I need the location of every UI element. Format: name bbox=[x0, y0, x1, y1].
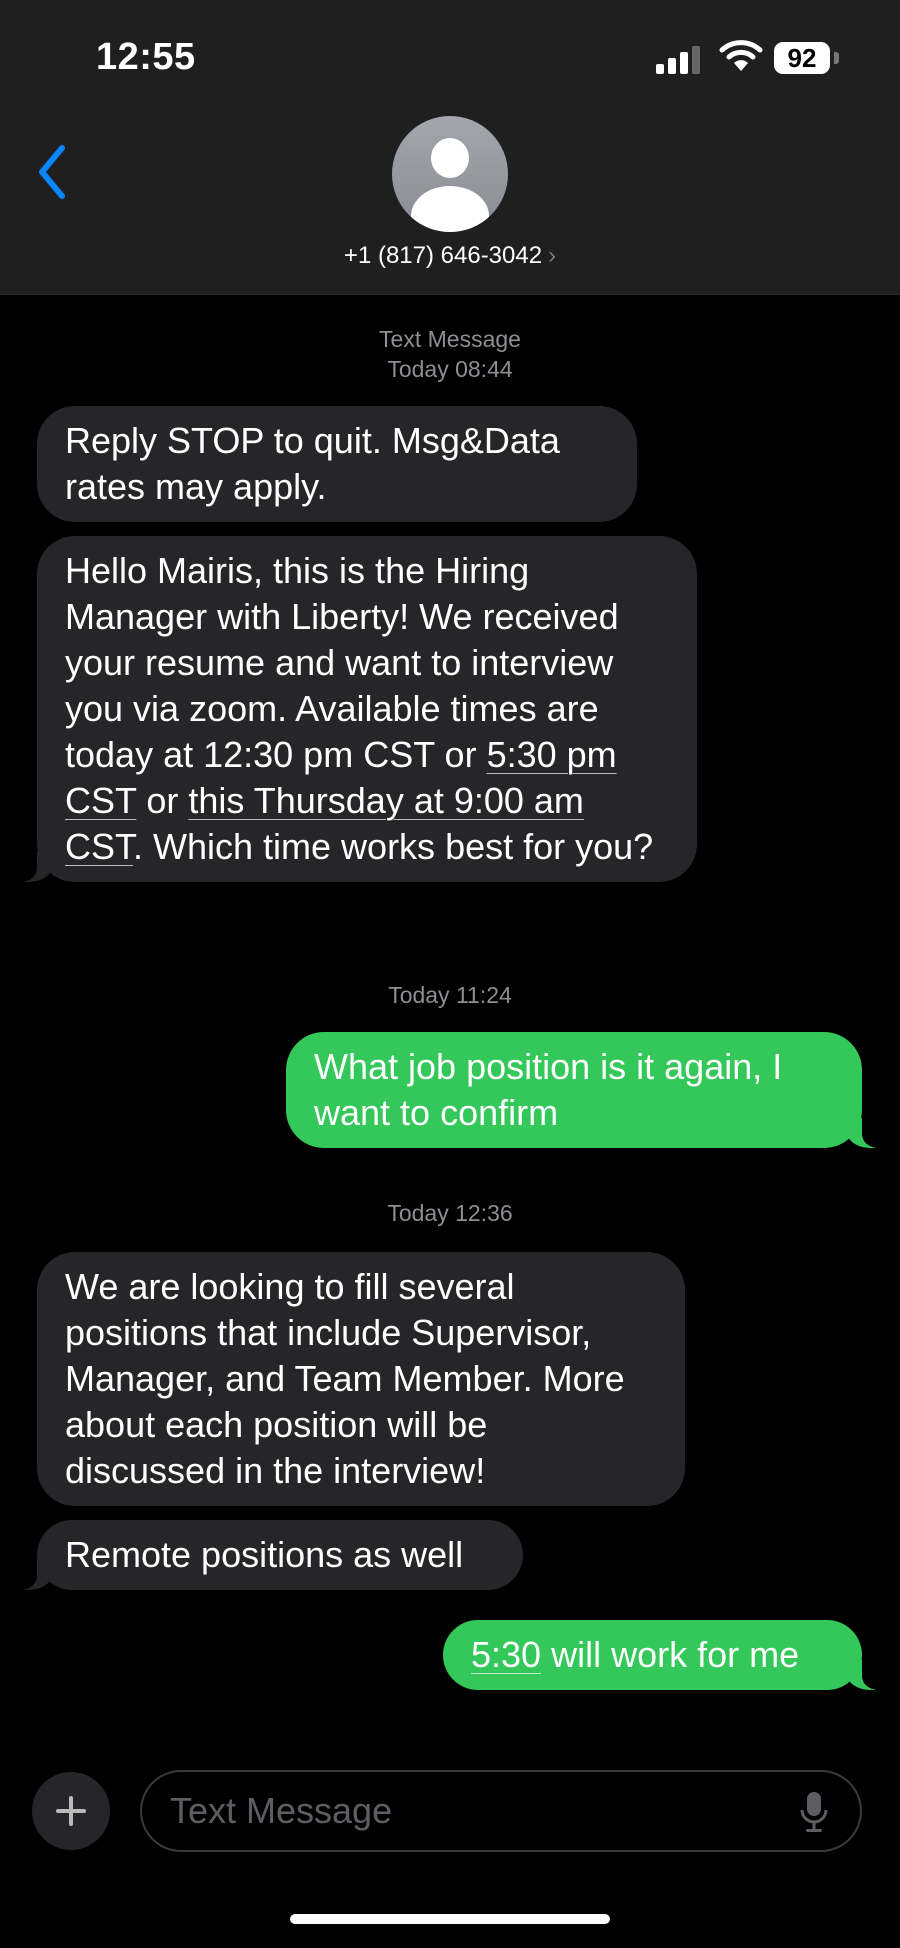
message-text: What job position is it again, I want to… bbox=[314, 1046, 783, 1133]
contact-name[interactable]: +1 (817) 646-3042 › bbox=[0, 242, 900, 270]
conversation-header: 12:55 92 +1 (817) 646-3042 › bbox=[0, 0, 900, 295]
message-text: Remote positions as well bbox=[65, 1534, 464, 1575]
contact-number: +1 (817) 646-3042 bbox=[343, 242, 543, 269]
incoming-message[interactable]: We are looking to fill several positions… bbox=[37, 1252, 685, 1506]
outgoing-message[interactable]: What job position is it again, I want to… bbox=[286, 1032, 888, 1148]
wifi-icon bbox=[719, 40, 763, 71]
timestamp: Today 12:36 bbox=[387, 1200, 513, 1226]
outgoing-message[interactable]: 5:30 will work for me bbox=[443, 1620, 888, 1690]
home-indicator bbox=[290, 1914, 610, 1924]
incoming-message[interactable]: Remote positions as well bbox=[11, 1520, 523, 1590]
message-text: Reply STOP to quit. Msg&Data rates may a… bbox=[65, 420, 560, 507]
cellular-signal-icon bbox=[656, 44, 704, 74]
battery-level: 92 bbox=[774, 42, 830, 74]
message-input[interactable] bbox=[140, 1770, 862, 1852]
timestamp: Today 08:44 bbox=[387, 356, 513, 382]
chevron-left-icon[interactable] bbox=[32, 142, 72, 202]
incoming-message[interactable]: Reply STOP to quit. Msg&Data rates may a… bbox=[37, 406, 637, 522]
contact-avatar[interactable] bbox=[392, 116, 508, 232]
person-body bbox=[411, 186, 489, 232]
time-link[interactable]: 5:30 bbox=[471, 1634, 541, 1675]
microphone-icon[interactable] bbox=[798, 1790, 830, 1834]
battery-icon bbox=[834, 52, 839, 64]
timestamp: Today 11:24 bbox=[388, 982, 512, 1008]
message-text: will work for me bbox=[541, 1634, 800, 1675]
plus-icon[interactable] bbox=[32, 1772, 110, 1850]
message-type-label: Text Message bbox=[379, 326, 521, 352]
message-text: . Which time works best for you? bbox=[133, 826, 654, 867]
person-head bbox=[431, 138, 469, 178]
chevron-right-icon: › bbox=[548, 242, 557, 269]
message-text: or bbox=[136, 780, 189, 821]
timestamp-group: Text Message Today 08:44 bbox=[0, 324, 900, 384]
status-time: 12:55 bbox=[96, 36, 196, 78]
message-text: We are looking to fill several positions… bbox=[65, 1266, 625, 1491]
incoming-message[interactable]: Hello Mairis, this is the Hiring Manager… bbox=[11, 536, 697, 882]
